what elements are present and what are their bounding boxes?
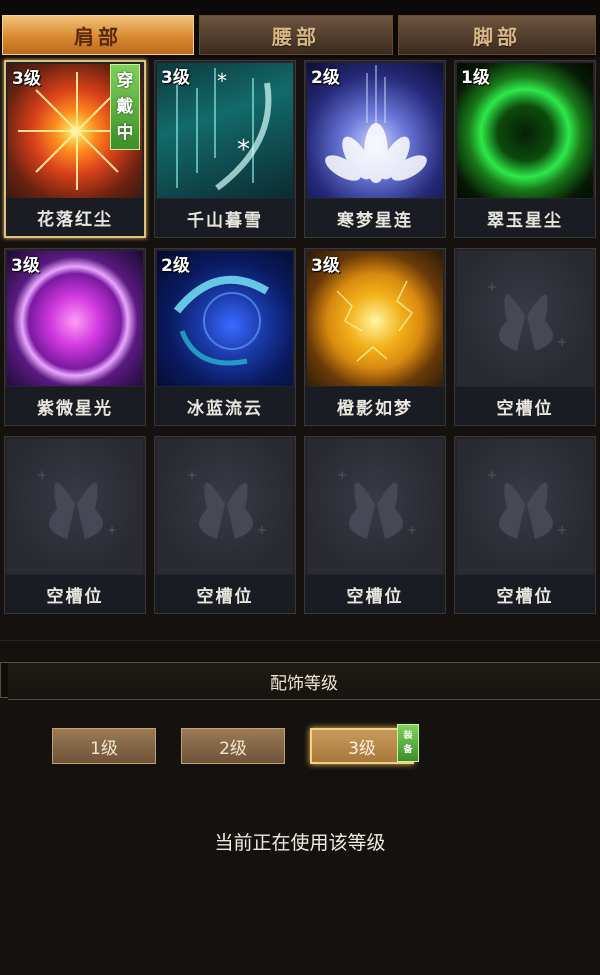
accessory-slot[interactable]: 3级 穿 戴 中 花落红尘 bbox=[4, 60, 146, 238]
svg-text:+: + bbox=[37, 468, 47, 482]
wearing-badge-char: 戴 bbox=[116, 97, 134, 117]
accessory-name: 空槽位 bbox=[155, 575, 295, 613]
svg-text:+: + bbox=[487, 468, 497, 482]
butterfly-icon: + + bbox=[7, 439, 143, 574]
empty-slot[interactable]: + + 空槽位 bbox=[304, 436, 446, 614]
accessory-name: 空槽位 bbox=[455, 387, 595, 425]
empty-slot[interactable]: + + 空槽位 bbox=[4, 436, 146, 614]
svg-text:*: * bbox=[237, 135, 250, 165]
level-1-button[interactable]: 1级 bbox=[52, 728, 156, 764]
level-button-label: 3级 bbox=[348, 738, 376, 759]
accessory-name: 空槽位 bbox=[5, 575, 145, 613]
equipped-badge-char: 装 bbox=[403, 731, 413, 741]
accessory-slot[interactable]: * * 3级 千山暮雪 bbox=[154, 60, 296, 238]
level-label: 3级 bbox=[12, 69, 41, 89]
wearing-badge: 穿 戴 中 bbox=[110, 64, 140, 150]
accessory-name: 花落红尘 bbox=[6, 198, 144, 236]
butterfly-icon: + + bbox=[457, 251, 593, 386]
empty-slot[interactable]: + + 空槽位 bbox=[454, 248, 596, 426]
status-text: 当前正在使用该等级 bbox=[214, 832, 386, 854]
level-2-button[interactable]: 2级 bbox=[181, 728, 285, 764]
empty-slot[interactable]: + + 空槽位 bbox=[154, 436, 296, 614]
accessory-name: 紫微星光 bbox=[5, 387, 145, 425]
section-title: 配饰等级 bbox=[8, 662, 600, 700]
accessory-name: 空槽位 bbox=[305, 575, 445, 613]
level-label: 1级 bbox=[461, 68, 490, 88]
level-button-label: 1级 bbox=[90, 738, 118, 759]
svg-text:+: + bbox=[337, 468, 347, 482]
level-label: 3级 bbox=[11, 256, 40, 276]
accessory-slot[interactable]: 2级 寒梦星连 bbox=[304, 60, 446, 238]
accessory-name: 翠玉星尘 bbox=[455, 199, 595, 237]
accessory-slot[interactable]: 3级 橙影如梦 bbox=[304, 248, 446, 426]
accessory-name: 空槽位 bbox=[455, 575, 595, 613]
accessory-name: 寒梦星连 bbox=[305, 199, 445, 237]
equipped-badge: 装 备 bbox=[397, 724, 419, 762]
svg-text:+: + bbox=[557, 523, 567, 537]
svg-text:*: * bbox=[217, 69, 227, 93]
tab-feet[interactable]: 脚部 bbox=[398, 15, 596, 55]
divider bbox=[0, 640, 600, 641]
wearing-badge-char: 中 bbox=[116, 123, 134, 143]
empty-slot[interactable]: + + 空槽位 bbox=[454, 436, 596, 614]
svg-text:+: + bbox=[187, 468, 197, 482]
accessory-slot[interactable]: 1级 翠玉星尘 bbox=[454, 60, 596, 238]
equipped-badge-char: 备 bbox=[403, 745, 413, 755]
butterfly-icon: + + bbox=[157, 439, 293, 574]
tab-waist[interactable]: 腰部 bbox=[199, 15, 393, 55]
svg-text:+: + bbox=[257, 523, 267, 537]
wearing-badge-char: 穿 bbox=[116, 71, 134, 91]
level-button-label: 2级 bbox=[219, 738, 247, 759]
tab-bar: 肩部 腰部 脚部 bbox=[0, 0, 600, 58]
section-title-text: 配饰等级 bbox=[270, 673, 338, 694]
accessory-name: 冰蓝流云 bbox=[155, 387, 295, 425]
svg-text:+: + bbox=[487, 280, 497, 294]
level-label: 2级 bbox=[311, 68, 340, 88]
butterfly-icon: + + bbox=[307, 439, 443, 574]
level-label: 3级 bbox=[311, 256, 340, 276]
svg-text:+: + bbox=[557, 335, 567, 349]
level-label: 3级 bbox=[161, 68, 190, 88]
butterfly-icon: + + bbox=[457, 439, 593, 574]
accessory-slot[interactable]: 2级 冰蓝流云 bbox=[154, 248, 296, 426]
svg-text:+: + bbox=[407, 523, 417, 537]
accessory-slot[interactable]: 3级 紫微星光 bbox=[4, 248, 146, 426]
svg-text:+: + bbox=[107, 523, 117, 537]
accessory-name: 橙影如梦 bbox=[305, 387, 445, 425]
level-label: 2级 bbox=[161, 256, 190, 276]
tab-shoulder[interactable]: 肩部 bbox=[2, 15, 194, 55]
accessory-name: 千山暮雪 bbox=[155, 199, 295, 237]
